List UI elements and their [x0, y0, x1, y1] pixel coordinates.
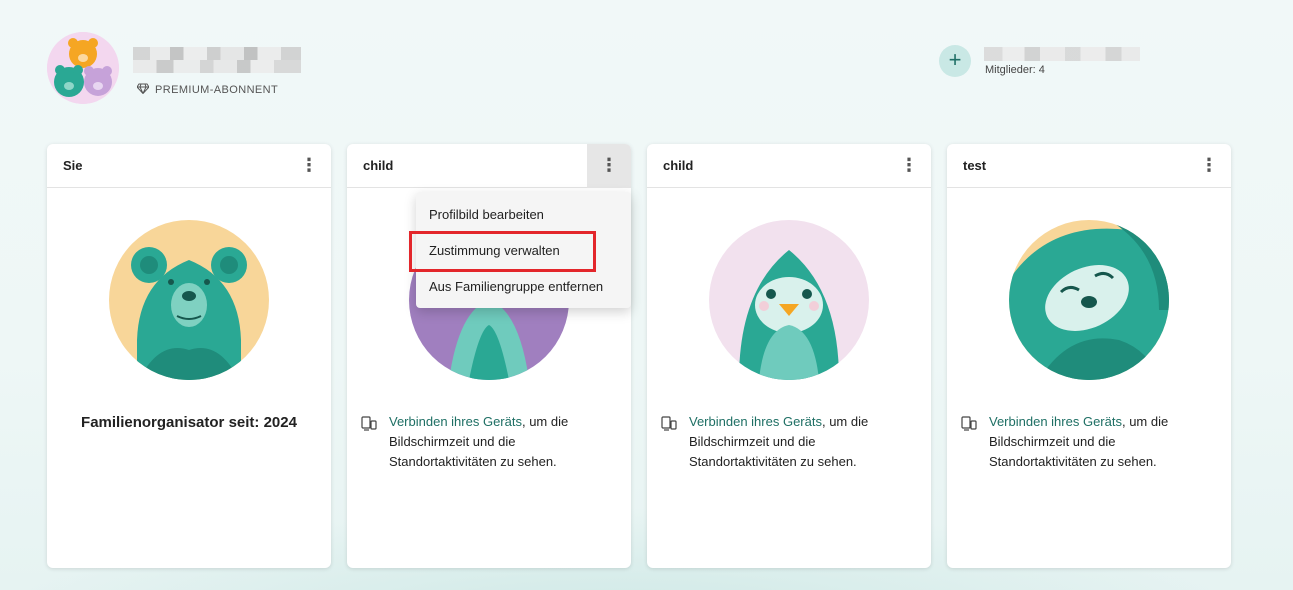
member-card-child-2: child ⋮ Verbinden ihres Geräts, um die B…	[647, 144, 931, 568]
member-name: Sie	[63, 158, 83, 173]
connect-device-info: Verbinden ihres Geräts, um die Bildschir…	[361, 412, 611, 472]
connect-device-link[interactable]: Verbinden ihres Geräts	[989, 414, 1122, 429]
menu-item-manage-consent[interactable]: Zustimmung verwalten	[416, 232, 631, 268]
organizer-since: Familienorganisator seit: 2024	[81, 414, 297, 431]
devices-icon	[961, 412, 979, 472]
menu-item-remove-from-family[interactable]: Aus Familiengruppe entfernen	[416, 268, 631, 304]
more-options-button[interactable]: ⋮	[287, 144, 331, 188]
more-vertical-icon: ⋮	[600, 155, 618, 175]
family-avatar	[47, 32, 119, 104]
member-name: test	[963, 158, 987, 173]
member-name: child	[363, 158, 394, 173]
more-options-button[interactable]: ⋮	[887, 144, 931, 188]
blurred-group-name	[984, 47, 1140, 61]
more-options-button[interactable]: ⋮	[1187, 144, 1231, 188]
member-name: child	[663, 158, 694, 173]
plus-icon: +	[948, 47, 962, 72]
connect-device-info: Verbinden ihres Geräts, um die Bildschir…	[961, 412, 1211, 472]
bear-avatar	[109, 220, 269, 380]
premium-label: PREMIUM-ABONNENT	[155, 84, 279, 96]
member-context-menu: Profilbild bearbeiten Zustimmung verwalt…	[416, 192, 631, 308]
add-member-button[interactable]: +	[939, 45, 971, 77]
menu-item-edit-profile-picture[interactable]: Profilbild bearbeiten	[416, 196, 631, 232]
more-vertical-icon: ⋮	[300, 155, 318, 175]
sloth-avatar	[1009, 220, 1169, 380]
devices-icon	[361, 412, 379, 472]
connect-device-link[interactable]: Verbinden ihres Geräts	[389, 414, 522, 429]
diamond-icon	[136, 83, 150, 97]
connect-device-info: Verbinden ihres Geräts, um die Bildschir…	[661, 412, 911, 472]
premium-badge: PREMIUM-ABONNENT	[136, 83, 279, 97]
devices-icon	[661, 412, 679, 472]
member-card-test: test ⋮ Verbinden ihres Geräts, um die Bi…	[947, 144, 1231, 568]
connect-device-link[interactable]: Verbinden ihres Geräts	[689, 414, 822, 429]
penguin-avatar	[709, 220, 869, 380]
more-options-button[interactable]: ⋮	[587, 143, 631, 188]
more-vertical-icon: ⋮	[900, 155, 918, 175]
members-count: Mitglieder: 4	[985, 64, 1045, 76]
more-vertical-icon: ⋮	[1200, 155, 1218, 175]
blurred-family-name	[133, 47, 301, 73]
member-card-sie: Sie ⋮ Familienorganisator seit: 2024	[47, 144, 331, 568]
